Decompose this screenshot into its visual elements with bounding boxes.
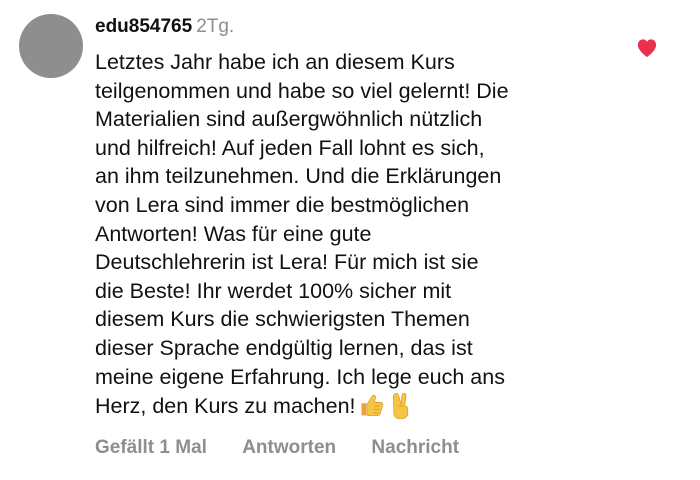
thumbs-up-icon <box>361 395 383 416</box>
comment-line: meine eigene Erfahrung. Ich lege euch an… <box>95 364 505 389</box>
comment-meta: edu854765 2Tg. <box>95 14 615 40</box>
comment-last-line: Herz, den Kurs zu machen! <box>95 391 615 421</box>
likes-count-button[interactable]: Gefällt 1 Mal <box>95 435 207 461</box>
username[interactable]: edu854765 <box>95 16 192 37</box>
comment-line: und hilfreich! Auf jeden Fall lohnt es s… <box>95 135 485 160</box>
comment-line: Antworten! Was für eine gute <box>95 221 372 246</box>
comment-text: Letztes Jahr habe ich an diesem Kurs tei… <box>95 48 615 421</box>
comment-line: diesem Kurs die schwierigsten Themen <box>95 307 470 332</box>
message-button[interactable]: Nachricht <box>371 435 459 461</box>
victory-hand-icon <box>392 393 408 420</box>
comment-actions: Gefällt 1 Mal Antworten Nachricht <box>95 435 615 461</box>
comment-line: von Lera sind immer die bestmöglichen <box>95 192 470 217</box>
comment-line: Deutschlehrerin ist Lera! Für mich ist s… <box>95 250 479 275</box>
comment-line: teilgenommen und habe so viel gelernt! D… <box>95 78 509 103</box>
comment-content: edu854765 2Tg. Letztes Jahr habe ich an d… <box>95 14 615 461</box>
reply-button[interactable]: Antworten <box>242 435 336 461</box>
comment-line: dieser Sprache endgültig lernen, das ist <box>95 335 473 360</box>
comment-line: Letztes Jahr habe ich an diesem Kurs <box>95 50 455 74</box>
heart-icon[interactable] <box>636 38 658 58</box>
timestamp: 2Tg. <box>196 16 235 37</box>
comment-line: Herz, den Kurs zu machen! <box>95 394 356 419</box>
comment-line: Materialien sind außergwöhnlich nützlich <box>95 107 483 132</box>
comment-line: die Beste! Ihr werdet 100% sicher mit <box>95 278 452 303</box>
avatar[interactable] <box>19 14 83 78</box>
comment: edu854765 2Tg. Letztes Jahr habe ich an d… <box>0 0 700 480</box>
comment-line: an ihm teilzunehmen. Und die Erklärungen <box>95 164 502 189</box>
